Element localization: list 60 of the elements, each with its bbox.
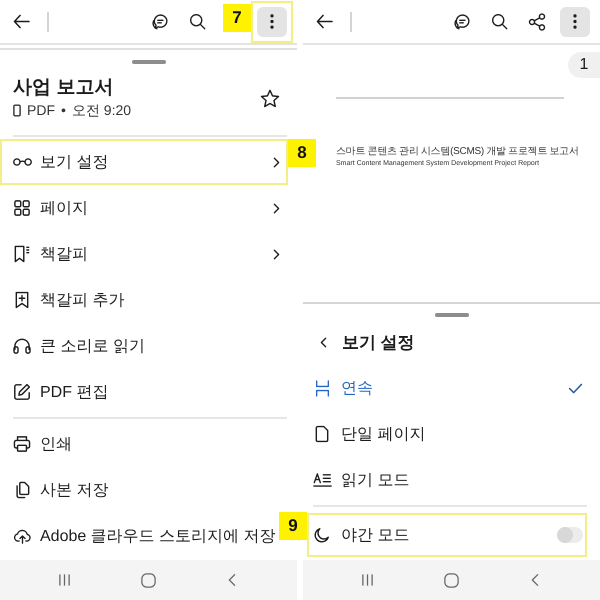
back-icon[interactable] bbox=[228, 573, 236, 587]
menu-item[interactable]: 책갈피 추가 bbox=[0, 277, 280, 323]
more-button[interactable] bbox=[560, 6, 590, 36]
home-icon[interactable] bbox=[444, 572, 459, 588]
printer-icon bbox=[13, 436, 31, 452]
reading-mode-icon bbox=[312, 472, 332, 488]
search-icon bbox=[490, 13, 508, 30]
view-option[interactable]: 단일 페이지 bbox=[307, 411, 587, 457]
menu-item[interactable]: 페이지 bbox=[0, 185, 280, 231]
comment-icon bbox=[150, 12, 168, 30]
menu-item[interactable]: Adobe 클라우드 스토리지에 저장 bbox=[0, 513, 280, 559]
moon-icon bbox=[314, 527, 330, 543]
search-icon bbox=[188, 13, 206, 30]
star-icon[interactable] bbox=[260, 88, 280, 108]
cloud-upload-icon bbox=[12, 528, 32, 544]
check-icon bbox=[568, 382, 583, 394]
step-callout: 8 bbox=[288, 139, 316, 167]
menu-item[interactable]: 인쇄 bbox=[0, 421, 280, 467]
menu-item[interactable]: 사본 저장 bbox=[0, 467, 280, 513]
drag-handle[interactable] bbox=[132, 60, 166, 64]
glasses-icon bbox=[12, 158, 32, 166]
more-icon bbox=[270, 14, 274, 29]
recent-apps-icon[interactable] bbox=[361, 574, 374, 586]
headphones-icon bbox=[13, 338, 31, 354]
home-icon[interactable] bbox=[140, 572, 156, 588]
back-icon[interactable] bbox=[531, 573, 540, 587]
grid-icon bbox=[14, 200, 30, 216]
sheet-title: 보기 설정 bbox=[342, 332, 415, 354]
step-callout: 9 bbox=[279, 512, 307, 540]
document-heading: 스마트 콘텐츠 관리 시스템(SCMS) 개발 프로젝트 보고서 bbox=[336, 146, 579, 158]
file-type: PDF bbox=[27, 101, 55, 120]
modified-time: 오전 9:20 bbox=[72, 101, 132, 120]
share-icon bbox=[528, 12, 546, 30]
menu-item[interactable]: 큰 소리로 읽기 bbox=[0, 323, 280, 369]
recent-apps-icon[interactable] bbox=[58, 574, 72, 586]
bookmark-list-icon bbox=[14, 245, 30, 263]
back-arrow-icon[interactable] bbox=[316, 14, 333, 29]
menu-item[interactable]: 책갈피 bbox=[0, 231, 280, 277]
chevron-left-icon bbox=[320, 336, 326, 348]
step-callout: 7 bbox=[223, 4, 251, 32]
view-option[interactable]: 연속 bbox=[307, 365, 587, 411]
drag-handle[interactable] bbox=[434, 313, 468, 317]
menu-item[interactable]: PDF 편집 bbox=[0, 369, 280, 415]
document-title: 사업 보고서 bbox=[13, 76, 114, 100]
back-arrow-icon[interactable] bbox=[13, 14, 30, 29]
copy-icon bbox=[14, 481, 30, 499]
page-icon bbox=[315, 425, 329, 443]
edit-icon bbox=[13, 383, 31, 401]
device-icon bbox=[13, 104, 21, 116]
comment-icon bbox=[452, 12, 470, 30]
page-number-badge: 1 bbox=[568, 52, 600, 78]
toggle-switch[interactable] bbox=[557, 527, 583, 543]
bookmark-plus-icon bbox=[15, 291, 29, 309]
night-mode-row[interactable]: 야간 모드 bbox=[307, 513, 587, 557]
continuous-pages-icon bbox=[314, 380, 330, 396]
more-icon bbox=[573, 14, 577, 29]
more-button[interactable] bbox=[257, 6, 287, 36]
menu-item[interactable]: 보기 설정 bbox=[0, 139, 288, 185]
view-option[interactable]: 읽기 모드 bbox=[307, 457, 587, 503]
separator-dot: • bbox=[61, 101, 66, 120]
